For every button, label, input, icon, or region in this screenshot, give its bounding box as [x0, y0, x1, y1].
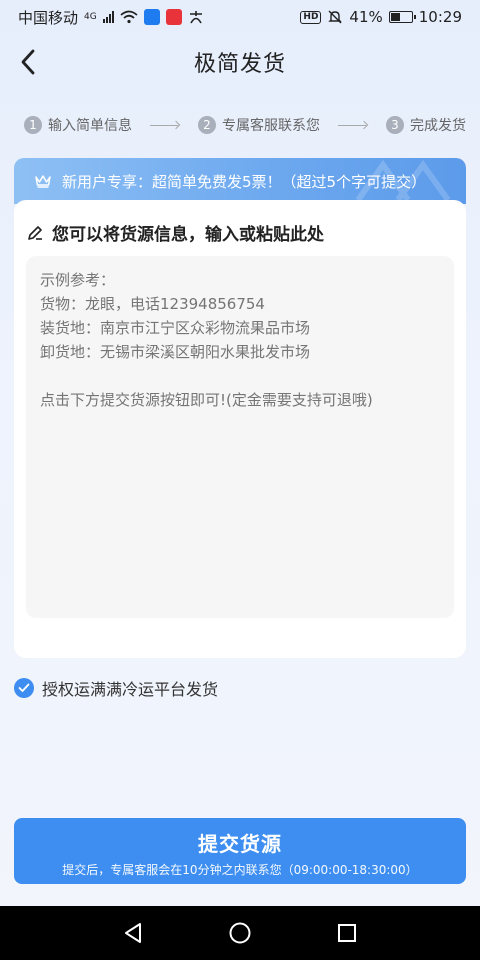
- submit-button-subtitle: 提交后，专属客服会在10分钟之内联系您（09:00:00-18:30:00）: [62, 863, 418, 877]
- pencil-icon: [28, 225, 42, 240]
- triangle-back-icon: [125, 923, 142, 943]
- battery-percent: 41%: [349, 8, 383, 26]
- arrow-right-icon: [338, 120, 368, 130]
- step-3: 3 完成发货: [386, 115, 466, 135]
- nav-recents-button[interactable]: [327, 913, 367, 953]
- step-1: 1 输入简单信息: [24, 115, 132, 135]
- square-recents-icon: [337, 924, 356, 942]
- banner-decoration-icon: [355, 160, 451, 202]
- step-number: 3: [386, 116, 404, 134]
- network-type: 4G: [84, 12, 97, 22]
- step-number: 2: [198, 116, 216, 134]
- hd-badge: HD: [300, 10, 322, 24]
- clock: 10:29: [418, 8, 462, 26]
- promo-banner: 新用户专享：超简单免费发5票！（超过5个字可提交）: [14, 158, 466, 204]
- cargo-info-card: 您可以将货源信息，输入或粘贴此处: [14, 200, 466, 658]
- app-notification-icon: [189, 11, 202, 24]
- crown-icon: [35, 175, 51, 188]
- authorization-checkbox[interactable]: [14, 678, 34, 698]
- authorization-label: 授权运满满冷运平台发货: [42, 680, 219, 699]
- nav-back-button[interactable]: [113, 913, 153, 953]
- page-title: 极简发货: [193, 52, 286, 77]
- wifi-icon: [120, 10, 138, 24]
- step-label: 输入简单信息: [48, 118, 132, 134]
- back-button[interactable]: [12, 46, 44, 78]
- submit-button-title: 提交货源: [198, 832, 282, 856]
- step-number: 1: [24, 116, 42, 134]
- checkmark-icon: [18, 683, 30, 692]
- carrier-name: 中国移动: [18, 8, 79, 27]
- card-heading: 您可以将货源信息，输入或粘贴此处: [14, 200, 466, 245]
- status-right: HD 41% 10:29: [300, 8, 462, 26]
- status-bar: 中国移动 4G HD 41% 10:29: [0, 0, 480, 34]
- progress-steps: 1 输入简单信息 2 专属客服联系您 3 完成发货: [0, 108, 480, 142]
- chevron-left-icon: [21, 49, 35, 75]
- submit-cargo-button[interactable]: 提交货源 提交后，专属客服会在10分钟之内联系您（09:00:00-18:30:…: [14, 818, 466, 884]
- card-heading-text: 您可以将货源信息，输入或粘贴此处: [52, 225, 324, 245]
- step-2: 2 专属客服联系您: [198, 115, 320, 135]
- arrow-right-icon: [150, 120, 180, 130]
- cargo-info-input[interactable]: [26, 256, 454, 618]
- system-nav-bar: [0, 906, 480, 960]
- status-left: 中国移动 4G: [18, 7, 204, 28]
- app-notification-icon: [165, 9, 182, 25]
- mute-bell-icon: [328, 10, 343, 24]
- circle-home-icon: [229, 922, 251, 944]
- signal-icon: [102, 11, 114, 23]
- step-label: 专属客服联系您: [222, 118, 320, 134]
- authorization-row[interactable]: 授权运满满冷运平台发货: [14, 676, 218, 700]
- step-label: 完成发货: [410, 118, 466, 134]
- battery-icon: [388, 11, 416, 23]
- app-notification-icon: [143, 9, 160, 25]
- header: 极简发货: [0, 34, 480, 90]
- nav-home-button[interactable]: [220, 913, 260, 953]
